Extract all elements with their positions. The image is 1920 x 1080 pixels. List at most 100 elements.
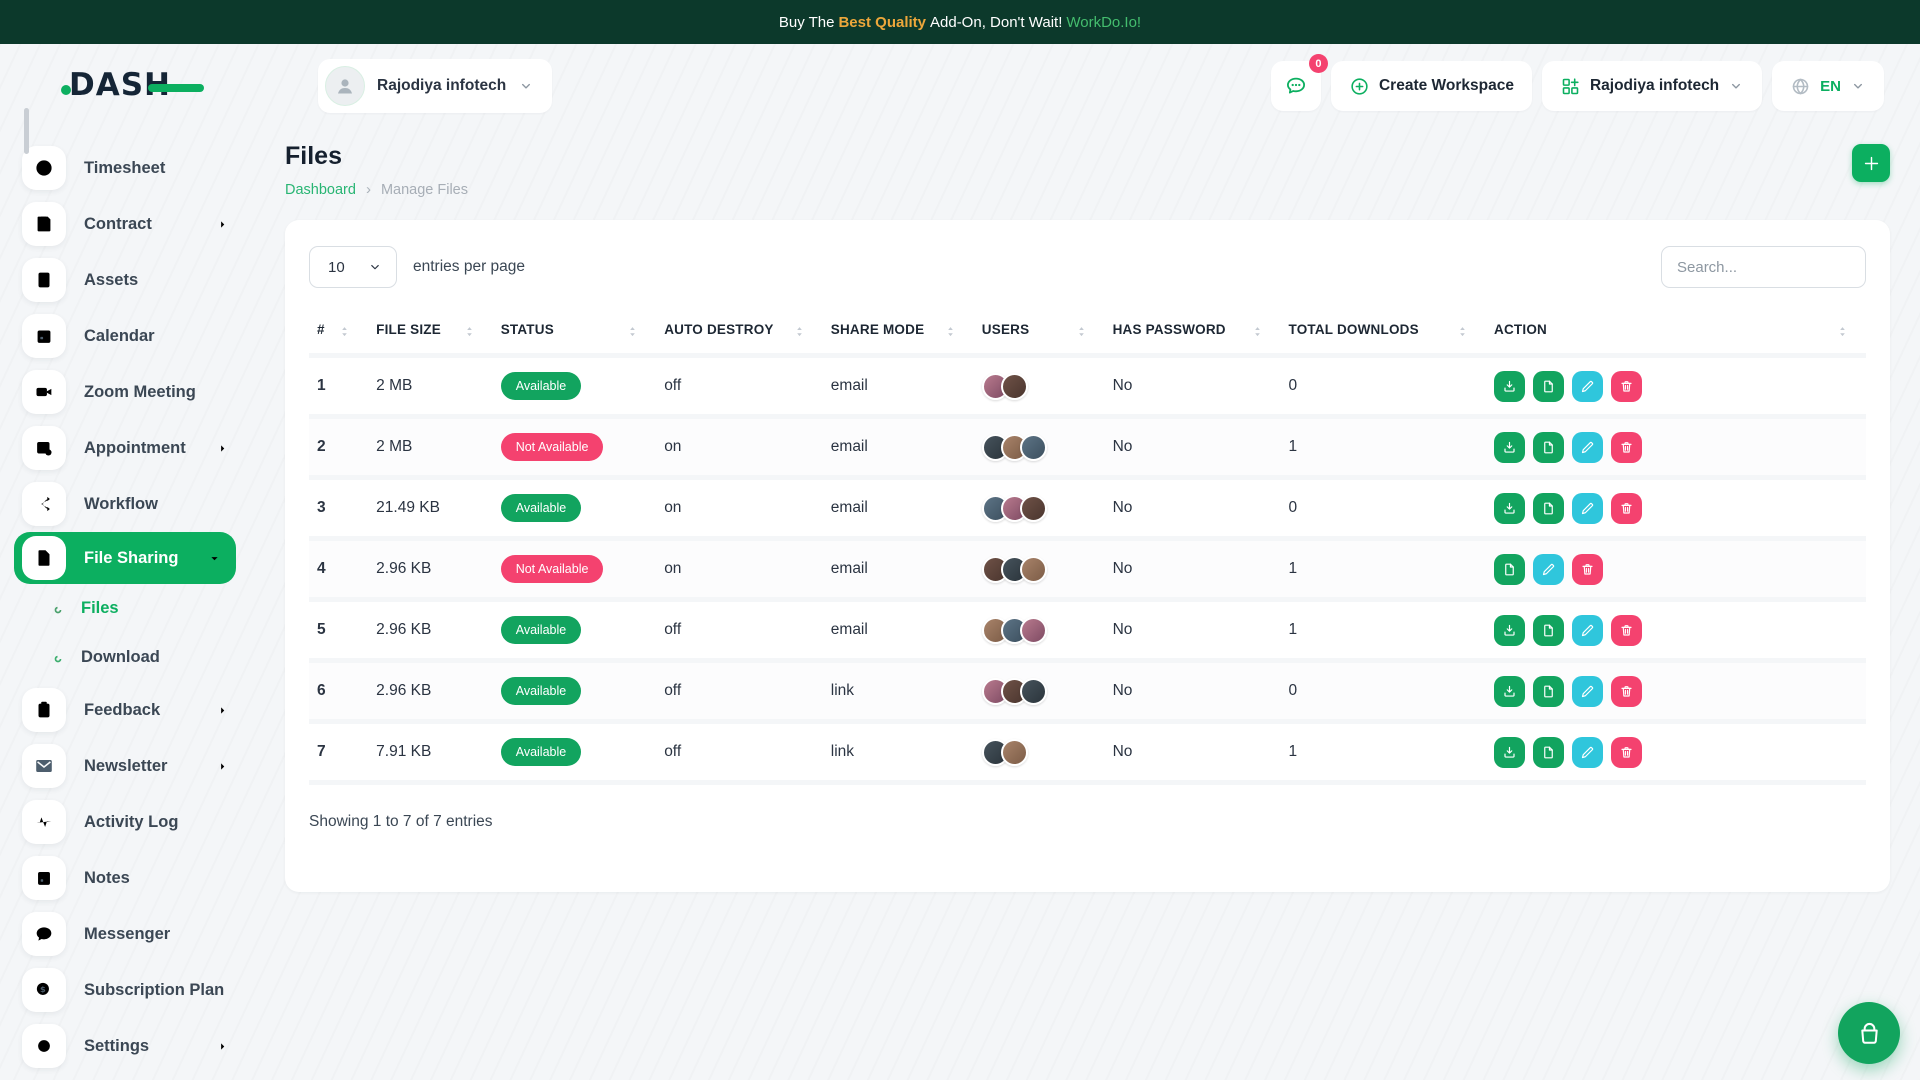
- status-badge: Available: [501, 494, 582, 522]
- cell-actions: [1486, 661, 1866, 722]
- ring-icon: [52, 652, 64, 664]
- sidebar-subitem-label: Files: [81, 599, 119, 618]
- sidebar-item-file-sharing[interactable]: File Sharing: [14, 532, 236, 584]
- sort-icon[interactable]: [1250, 323, 1265, 340]
- breadcrumb-dashboard-link[interactable]: Dashboard: [285, 182, 356, 198]
- download-button[interactable]: [1494, 676, 1525, 707]
- delete-button[interactable]: [1611, 615, 1642, 646]
- file-copy-button[interactable]: [1533, 371, 1564, 402]
- sidebar-item-notes[interactable]: Notes: [0, 850, 250, 906]
- download-button[interactable]: [1494, 432, 1525, 463]
- sort-icon[interactable]: [943, 323, 958, 340]
- sidebar-item-activity-log[interactable]: Activity Log: [0, 794, 250, 850]
- sidebar-scrollbar-thumb[interactable]: [24, 108, 29, 154]
- download-button[interactable]: [1494, 615, 1525, 646]
- delete-button[interactable]: [1611, 371, 1642, 402]
- sidebar-subitem-download[interactable]: Download: [0, 633, 250, 682]
- sort-icon[interactable]: [625, 323, 640, 340]
- file-copy-button[interactable]: [1533, 737, 1564, 768]
- sidebar-item-workflow[interactable]: Workflow: [0, 476, 250, 532]
- sort-icon[interactable]: [337, 323, 352, 340]
- workspace-selector[interactable]: Rajodiya infotech: [318, 59, 552, 113]
- sort-icon[interactable]: [462, 323, 477, 340]
- banner-workdo-link[interactable]: WorkDo.Io!: [1066, 14, 1141, 31]
- cell-total-downloads: 1: [1281, 539, 1487, 600]
- sidebar-item-label: Workflow: [84, 495, 158, 514]
- entries-per-page-select[interactable]: 10: [309, 246, 397, 288]
- download-button[interactable]: [1494, 493, 1525, 524]
- chevron-right-icon: [215, 217, 230, 232]
- sort-icon[interactable]: [1835, 323, 1850, 340]
- promo-banner: Buy The Best Quality Add-On, Don't Wait!…: [0, 0, 1920, 44]
- files-table: #FILE SIZESTATUSAUTO DESTROYSHARE MODEUS…: [309, 312, 1866, 785]
- messenger-icon: [22, 912, 66, 956]
- messages-button[interactable]: 0: [1271, 61, 1321, 111]
- delete-button[interactable]: [1611, 493, 1642, 524]
- edit-button[interactable]: [1572, 493, 1603, 524]
- cell-status: Available: [493, 600, 656, 661]
- edit-button[interactable]: [1572, 615, 1603, 646]
- file-copy-button[interactable]: [1533, 432, 1564, 463]
- download-button[interactable]: [1494, 737, 1525, 768]
- breadcrumb-separator-icon: ›: [366, 181, 371, 198]
- file-copy-button[interactable]: [1533, 493, 1564, 524]
- edit-button[interactable]: [1572, 737, 1603, 768]
- sidebar-item-subscription-plan[interactable]: $Subscription Plan: [0, 962, 250, 1018]
- delete-button[interactable]: [1611, 676, 1642, 707]
- company-selector[interactable]: Rajodiya infotech: [1542, 61, 1762, 111]
- plus-icon: [1862, 154, 1881, 173]
- sort-icon[interactable]: [792, 323, 807, 340]
- sidebar-item-zoom-meeting[interactable]: Zoom Meeting: [0, 364, 250, 420]
- globe-icon: [1790, 76, 1811, 97]
- sidebar-item-newsletter[interactable]: Newsletter: [0, 738, 250, 794]
- sidebar-item-label: Zoom Meeting: [84, 383, 196, 402]
- edit-button[interactable]: [1533, 554, 1564, 585]
- sidebar-item-appointment[interactable]: Appointment: [0, 420, 250, 476]
- buy-addon-fab[interactable]: [1838, 1002, 1900, 1064]
- sidebar-item-settings[interactable]: Settings: [0, 1018, 250, 1074]
- download-button[interactable]: [1494, 371, 1525, 402]
- status-badge: Not Available: [501, 433, 604, 461]
- language-selector[interactable]: EN: [1772, 61, 1884, 111]
- table-body: 12 MBAvailableoffemailNo022 MBNot Availa…: [309, 356, 1866, 783]
- sidebar-item-feedback[interactable]: Feedback: [0, 682, 250, 738]
- sidebar-item-messenger[interactable]: Messenger: [0, 906, 250, 962]
- sidebar-item-calendar[interactable]: Calendar: [0, 308, 250, 364]
- sort-icon[interactable]: [1455, 323, 1470, 340]
- column-header-file-size: FILE SIZE: [368, 312, 493, 356]
- sidebar-item-assets[interactable]: Assets: [0, 252, 250, 308]
- chevron-right-icon: [215, 1039, 230, 1054]
- file-copy-button[interactable]: [1533, 676, 1564, 707]
- create-file-button[interactable]: [1852, 144, 1890, 182]
- edit-button[interactable]: [1572, 432, 1603, 463]
- cell-status: Not Available: [493, 539, 656, 600]
- file-copy-button[interactable]: [1494, 554, 1525, 585]
- chevron-down-icon: [1850, 78, 1866, 94]
- cell-share-mode: email: [823, 600, 974, 661]
- main-content: Files Dashboard › Manage Files 10 entrie…: [250, 128, 1920, 1080]
- sidebar-item-label: Calendar: [84, 327, 155, 346]
- delete-button[interactable]: [1611, 432, 1642, 463]
- file-copy-button[interactable]: [1533, 615, 1564, 646]
- sidebar-item-contract[interactable]: Contract: [0, 196, 250, 252]
- sidebar-subitem-files[interactable]: Files: [0, 584, 250, 633]
- create-workspace-button[interactable]: Create Workspace: [1331, 61, 1532, 111]
- notes-icon: [22, 856, 66, 900]
- edit-button[interactable]: [1572, 371, 1603, 402]
- dash-logo[interactable]: DASH: [56, 64, 206, 109]
- sort-icon[interactable]: [1074, 323, 1089, 340]
- clipboard-icon: [22, 688, 66, 732]
- cell-share-mode: email: [823, 417, 974, 478]
- delete-button[interactable]: [1572, 554, 1603, 585]
- cell-share-mode: email: [823, 539, 974, 600]
- edit-button[interactable]: [1572, 676, 1603, 707]
- file-icon: [1541, 379, 1556, 394]
- search-input[interactable]: [1661, 246, 1866, 288]
- pencil-icon: [1580, 501, 1595, 516]
- cell-total-downloads: 1: [1281, 600, 1487, 661]
- column-header-users: USERS: [974, 312, 1105, 356]
- column-header-has-password: HAS PASSWORD: [1105, 312, 1281, 356]
- table-footer-status: Showing 1 to 7 of 7 entries: [309, 813, 1866, 831]
- sidebar-item-timesheet[interactable]: Timesheet: [0, 140, 250, 196]
- delete-button[interactable]: [1611, 737, 1642, 768]
